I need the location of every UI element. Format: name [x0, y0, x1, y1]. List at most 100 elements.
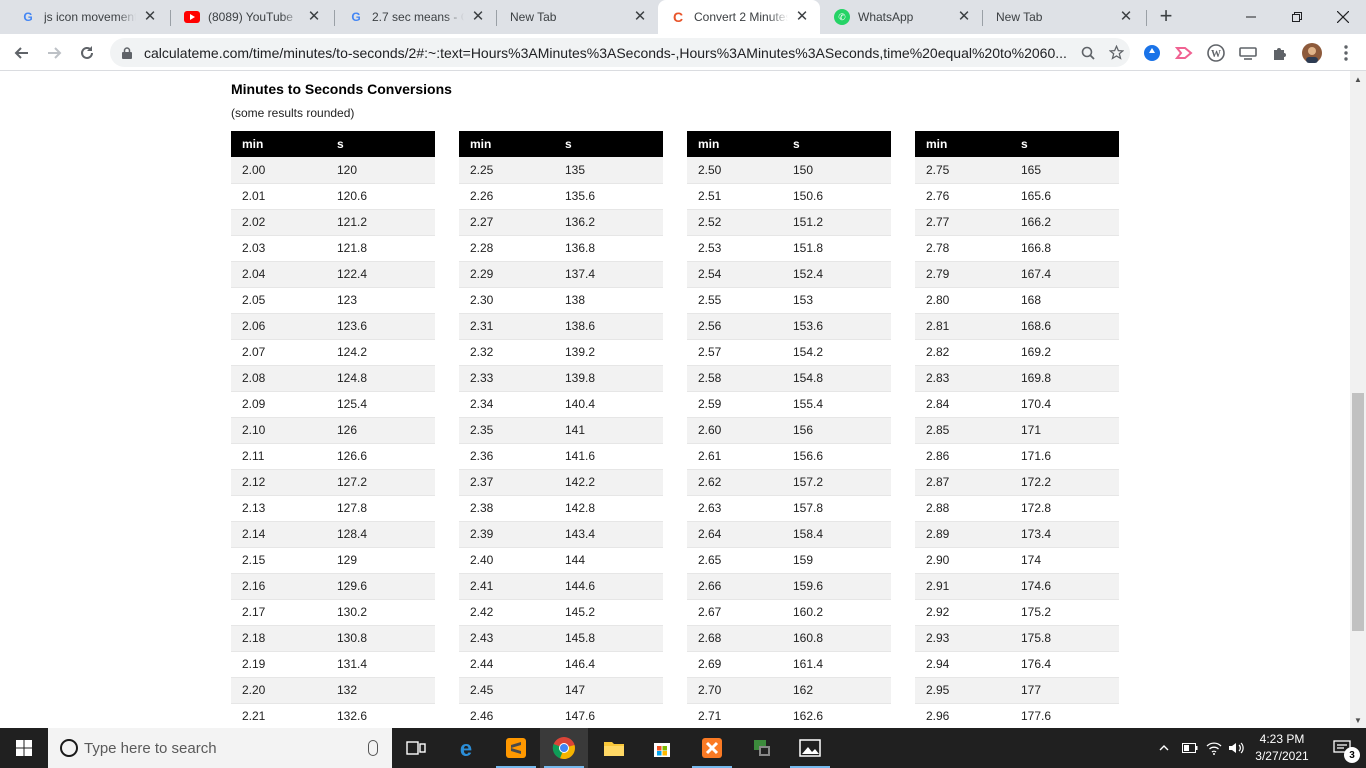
zoom-icon[interactable] [1074, 39, 1102, 67]
restore-button[interactable] [1274, 0, 1320, 34]
seconds-cell: 138 [554, 287, 663, 314]
close-icon[interactable]: ✕ [142, 9, 158, 25]
scroll-up-arrow-icon[interactable]: ▲ [1350, 71, 1366, 87]
minutes-cell: 2.37 [459, 469, 554, 496]
xampp-icon[interactable] [688, 728, 736, 768]
seconds-cell: 166.8 [1010, 235, 1119, 262]
reload-button[interactable] [73, 39, 101, 67]
media-router-icon[interactable] [1238, 43, 1258, 63]
photos-app-icon[interactable] [786, 728, 834, 768]
seconds-cell: 138.6 [554, 313, 663, 340]
minutes-cell: 2.75 [915, 157, 1010, 184]
sublime-text-icon[interactable] [492, 728, 540, 768]
minutes-cell: 2.30 [459, 287, 554, 314]
minutes-cell: 2.35 [459, 417, 554, 444]
system-clock[interactable]: 4:23 PM 3/27/2021 [1250, 731, 1314, 765]
show-hidden-icons-chevron-icon[interactable] [1158, 740, 1170, 756]
seconds-cell: 147.6 [554, 703, 663, 728]
seconds-cell: 173.4 [1010, 521, 1119, 548]
table-row: 2.85 171 [915, 417, 1119, 444]
table-row: 2.69 161.4 [687, 651, 891, 678]
table-row: 2.18 130.8 [231, 625, 435, 652]
table-row: 2.10 126 [231, 417, 435, 444]
extension-blue-icon[interactable] [1142, 43, 1162, 63]
close-icon[interactable]: ✕ [306, 9, 322, 25]
table-row: 2.35 141 [459, 417, 663, 444]
minutes-cell: 2.45 [459, 677, 554, 704]
address-bar[interactable]: calculateme.com/time/minutes/to-seconds/… [110, 38, 1130, 67]
minutes-cell: 2.07 [231, 339, 326, 366]
network-app-icon[interactable] [738, 728, 786, 768]
forward-button[interactable] [41, 39, 69, 67]
url-text[interactable]: calculateme.com/time/minutes/to-seconds/… [144, 45, 1074, 61]
lock-icon[interactable] [120, 46, 134, 60]
start-button[interactable] [0, 728, 48, 768]
minutes-cell: 2.71 [687, 703, 782, 728]
table-row: 2.59 155.4 [687, 391, 891, 418]
seconds-cell: 121.2 [326, 209, 435, 236]
tab-2-7-sec-means[interactable]: G 2.7 sec means - Go ✕ [336, 0, 496, 34]
arrow-left-icon [14, 47, 28, 59]
bookmark-star-icon[interactable] [1102, 39, 1130, 67]
column-header-s: s [326, 131, 435, 157]
tab-convert-2-minutes[interactable]: C Convert 2 Minutes ✕ [658, 0, 820, 34]
back-button[interactable] [7, 39, 35, 67]
close-window-button[interactable] [1320, 0, 1366, 34]
microphone-icon[interactable] [368, 740, 378, 756]
seconds-cell: 167.4 [1010, 261, 1119, 288]
table-row: 2.88 172.8 [915, 495, 1119, 522]
seconds-cell: 157.8 [782, 495, 891, 522]
close-icon[interactable]: ✕ [632, 9, 648, 25]
file-explorer-icon[interactable] [590, 728, 638, 768]
calculateme-icon: C [672, 9, 684, 25]
more-menu-icon[interactable] [1336, 43, 1356, 63]
seconds-cell: 169.2 [1010, 339, 1119, 366]
tab-new-tab-2[interactable]: New Tab ✕ [984, 0, 1144, 34]
chrome-icon[interactable] [540, 728, 588, 768]
action-center-button[interactable]: 3 [1318, 728, 1366, 768]
table-row: 2.20 132 [231, 677, 435, 704]
minutes-cell: 2.31 [459, 313, 554, 340]
close-icon[interactable]: ✕ [1118, 9, 1134, 25]
battery-icon[interactable] [1182, 740, 1198, 756]
tab-new-tab-1[interactable]: New Tab ✕ [498, 0, 658, 34]
minutes-cell: 2.82 [915, 339, 1010, 366]
seconds-cell: 172.8 [1010, 495, 1119, 522]
profile-avatar[interactable] [1302, 43, 1322, 63]
minimize-button[interactable] [1228, 0, 1274, 34]
new-tab-button[interactable]: + [1154, 5, 1178, 29]
minutes-cell: 2.77 [915, 209, 1010, 236]
scroll-thumb[interactable] [1352, 393, 1364, 631]
tab-youtube[interactable]: (8089) YouTube ✕ [172, 0, 332, 34]
minutes-cell: 2.00 [231, 157, 326, 184]
edge-browser-icon[interactable]: e [442, 728, 490, 768]
minutes-cell: 2.59 [687, 391, 782, 418]
table-row: 2.64 158.4 [687, 521, 891, 548]
task-view-button[interactable] [392, 728, 440, 768]
close-icon[interactable]: ✕ [470, 9, 486, 25]
wifi-icon[interactable] [1206, 740, 1222, 756]
tab-whatsapp[interactable]: ✆ WhatsApp ✕ [822, 0, 982, 34]
seconds-cell: 124.2 [326, 339, 435, 366]
seconds-cell: 145.2 [554, 599, 663, 626]
minutes-cell: 2.14 [231, 521, 326, 548]
wordpress-icon[interactable]: W [1206, 43, 1226, 63]
extensions-puzzle-icon[interactable] [1270, 43, 1290, 63]
minutes-cell: 2.65 [687, 547, 782, 574]
extension-red-icon[interactable] [1174, 43, 1194, 63]
page-scrollbar[interactable]: ▲ ▼ [1350, 71, 1366, 728]
close-icon[interactable]: ✕ [956, 9, 972, 25]
scroll-down-arrow-icon[interactable]: ▼ [1350, 712, 1366, 728]
close-icon[interactable]: ✕ [794, 9, 810, 25]
tab-js-icon-movement[interactable]: G js icon movement ✕ [8, 0, 168, 34]
volume-icon[interactable] [1228, 740, 1246, 756]
table-row: 2.75 165 [915, 157, 1119, 184]
table-row: 2.43 145.8 [459, 625, 663, 652]
seconds-cell: 159 [782, 547, 891, 574]
seconds-cell: 151.8 [782, 235, 891, 262]
taskbar-search[interactable]: Type here to search [48, 728, 392, 768]
microsoft-store-icon[interactable] [638, 728, 686, 768]
column-header-s: s [1010, 131, 1119, 157]
table-row: 2.57 154.2 [687, 339, 891, 366]
minutes-cell: 2.81 [915, 313, 1010, 340]
